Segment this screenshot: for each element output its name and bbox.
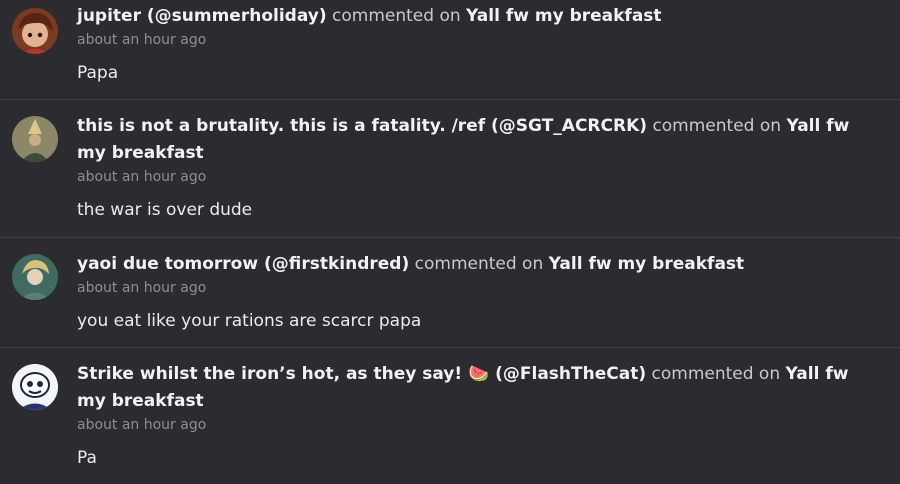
user-link[interactable]: jupiter (@summerholiday) bbox=[77, 6, 327, 26]
action-text: commented on bbox=[414, 254, 544, 274]
avatar[interactable] bbox=[12, 364, 58, 410]
avatar[interactable] bbox=[12, 8, 58, 54]
comment-headline: this is not a brutality. this is a fatal… bbox=[77, 113, 860, 167]
avatar[interactable] bbox=[12, 116, 58, 162]
comment-text: the war is over dude bbox=[77, 200, 253, 220]
comment-headline: jupiter (@summerholiday) commented on Ya… bbox=[77, 3, 860, 30]
timestamp: about an hour ago bbox=[77, 417, 207, 433]
action-text: commented on bbox=[652, 116, 782, 136]
comment-headline: Strike whilst the iron’s hot, as they sa… bbox=[77, 361, 860, 415]
user-link[interactable]: Strike whilst the iron’s hot, as they sa… bbox=[77, 364, 646, 384]
timestamp: about an hour ago bbox=[77, 32, 207, 48]
action-text: commented on bbox=[651, 364, 781, 384]
comment-item: this is not a brutality. this is a fatal… bbox=[0, 100, 900, 238]
comment-item: Strike whilst the iron’s hot, as they sa… bbox=[0, 348, 900, 484]
timestamp: about an hour ago bbox=[77, 169, 207, 185]
comment-item: jupiter (@summerholiday) commented on Ya… bbox=[0, 0, 900, 100]
comment-item: yaoi due tomorrow (@firstkindred) commen… bbox=[0, 238, 900, 348]
action-text: commented on bbox=[332, 6, 461, 26]
post-link[interactable]: Yall fw my breakfast bbox=[466, 6, 662, 26]
post-link[interactable]: Yall fw my breakfast bbox=[549, 254, 745, 274]
comment-headline: yaoi due tomorrow (@firstkindred) commen… bbox=[77, 251, 860, 278]
comment-text: you eat like your rations are scarcr pap… bbox=[77, 311, 422, 331]
comment-text: Papa bbox=[77, 63, 119, 83]
comment-feed: jupiter (@summerholiday) commented on Ya… bbox=[0, 0, 900, 484]
avatar[interactable] bbox=[12, 254, 58, 300]
user-link[interactable]: this is not a brutality. this is a fatal… bbox=[77, 116, 647, 136]
comment-text: Pa bbox=[77, 448, 97, 468]
timestamp: about an hour ago bbox=[77, 280, 207, 296]
user-link[interactable]: yaoi due tomorrow (@firstkindred) bbox=[77, 254, 409, 274]
